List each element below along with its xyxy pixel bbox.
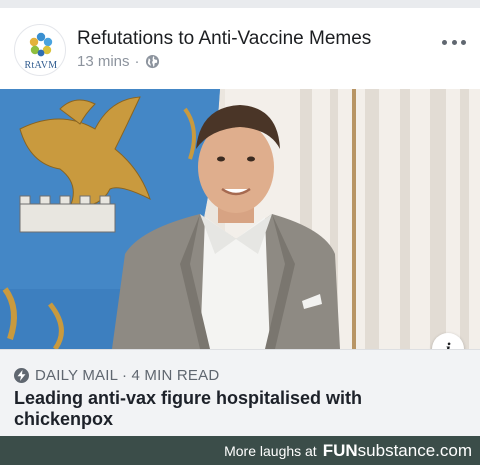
news-photo	[0, 89, 480, 349]
watermark-text: More laughs at FUNsubstance.com	[224, 441, 472, 461]
post-meta: 13 mins ·	[77, 53, 160, 70]
watermark-laughs: More laughs at	[224, 443, 317, 459]
link-preview-text[interactable]: DAILY MAIL · 4 MIN READ Leading anti-vax…	[0, 349, 480, 436]
link-source-text: DAILY MAIL · 4 MIN READ	[35, 367, 220, 384]
meta-separator: ·	[134, 53, 140, 70]
more-options-icon[interactable]	[442, 32, 466, 52]
post-card: RtAVM Refutations to Anti-Vaccine Memes …	[0, 8, 480, 436]
watermark-brand[interactable]: FUNsubstance.com	[323, 441, 472, 461]
watermark-brand-substance: substance	[357, 441, 436, 460]
link-source: DAILY MAIL · 4 MIN READ	[14, 367, 219, 384]
watermark-brand-suffix: .com	[435, 441, 472, 460]
post-header: RtAVM Refutations to Anti-Vaccine Memes …	[0, 8, 480, 88]
link-headline[interactable]: Leading anti-vax figure hospitalised wit…	[14, 388, 454, 430]
post-timestamp[interactable]: 13 mins	[77, 53, 130, 70]
watermark-footer: More laughs at FUNsubstance.com	[0, 436, 480, 465]
avatar-text: RtAVM	[24, 60, 58, 71]
more-dot	[451, 39, 457, 45]
page-avatar[interactable]: RtAVM	[14, 24, 66, 76]
link-preview-image[interactable]	[0, 89, 480, 349]
more-dot	[461, 39, 466, 45]
more-dot	[442, 39, 447, 45]
watermark-brand-fun: FUN	[322, 441, 358, 460]
page-name-link[interactable]: Refutations to Anti-Vaccine Memes	[77, 28, 371, 50]
globe-icon	[145, 54, 159, 69]
lightning-bolt-icon	[14, 368, 29, 383]
